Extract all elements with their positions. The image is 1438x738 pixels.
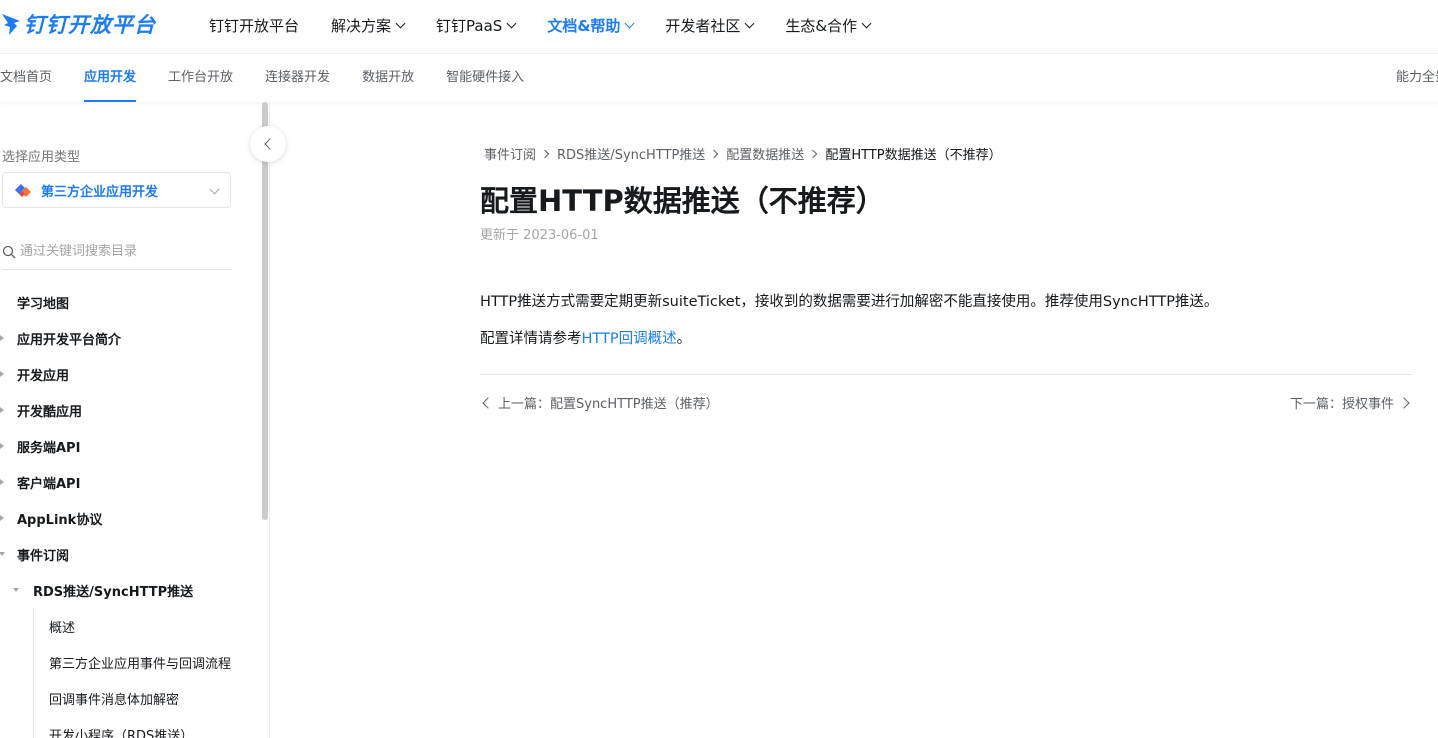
chevron-down-icon	[744, 18, 755, 28]
breadcrumb: 事件订阅 RDS推送/SyncHTTP推送 配置数据推送 配置HTTP数据推送（…	[484, 144, 1002, 163]
chevron-left-icon	[482, 396, 494, 409]
previous-article-label: 上一篇：配置SyncHTTP推送（推荐）	[498, 397, 719, 412]
next-article-label: 下一篇：授权事件	[1289, 397, 1394, 412]
tree-guide-line	[33, 680, 34, 716]
tree-item[interactable]: 学习地图	[0, 284, 262, 320]
nav-open-platform[interactable]: 钉钉开放平台	[209, 15, 299, 36]
tree-item[interactable]: 服务端API	[0, 428, 262, 464]
tree-item[interactable]: 回调事件消息体加解密	[0, 680, 262, 716]
tree-item[interactable]: 概述	[0, 608, 262, 644]
sidebar-scrollbar[interactable]	[262, 102, 268, 520]
catalog-tree: 学习地图应用开发平台简介 开发应用开发酷应用服务端API 客户端API AppLink…	[0, 284, 262, 738]
tree-item-label: 客户端API	[17, 476, 81, 492]
page-title: 配置HTTP数据推送（不推荐）	[480, 184, 885, 218]
tree-item-label: AppLink协议	[17, 512, 103, 528]
chevron-left-icon	[263, 138, 276, 150]
caret-right-icon[interactable]	[0, 335, 4, 341]
article-paragraph: 配置详情请参考HTTP回调概述。	[480, 327, 691, 348]
search-icon	[2, 245, 16, 258]
breadcrumb-item[interactable]: 事件订阅	[484, 144, 536, 163]
nav-docs-help[interactable]: 文档&帮助	[547, 15, 635, 36]
tab-connector[interactable]: 连接器开发	[265, 54, 330, 102]
brand-logo[interactable]: 钉钉开放平台	[0, 8, 156, 40]
article-paragraph: HTTP推送方式需要定期更新suiteTicket，接收到的数据需要进行加解密不…	[480, 294, 1219, 310]
chevron-down-icon	[506, 18, 517, 28]
chevron-right-icon	[809, 149, 818, 158]
divider	[480, 374, 1412, 375]
nav-ecosystem[interactable]: 生态&合作	[785, 15, 872, 36]
paragraph-text: 。	[676, 331, 692, 347]
sub-navigation-bar: 文档首页 应用开发 工作台开放 连接器开发 数据开放 智能硬件接入 能力全景	[0, 54, 1438, 102]
breadcrumb-item[interactable]: 配置数据推送	[726, 144, 804, 163]
tree-item[interactable]: 事件订阅	[0, 536, 262, 572]
tree-item[interactable]: AppLink协议	[0, 500, 262, 536]
brand-name: 钉钉开放平台	[24, 13, 156, 37]
doc-tabs: 文档首页 应用开发 工作台开放 连接器开发 数据开放 智能硬件接入	[0, 54, 556, 102]
tab-app-development[interactable]: 应用开发	[84, 54, 137, 102]
app-type-value: 第三方企业应用开发	[41, 184, 159, 200]
tree-item-label: 应用开发平台简介	[17, 332, 122, 348]
search-input[interactable]	[20, 244, 220, 259]
chevron-right-icon	[540, 149, 550, 158]
caret-right-icon[interactable]	[0, 443, 4, 449]
tab-docs-home[interactable]: 文档首页	[0, 54, 52, 102]
tab-workbench[interactable]: 工作台开放	[168, 54, 233, 102]
caret-down-icon[interactable]	[0, 552, 5, 556]
chevron-right-icon	[1398, 396, 1410, 409]
tree-item-label: 回调事件消息体加解密	[49, 692, 180, 708]
paragraph-text: 配置详情请参考	[480, 331, 582, 347]
chevron-right-icon	[710, 149, 719, 158]
nav-paas[interactable]: 钉钉PaaS	[436, 15, 517, 36]
dingtalk-logo-icon	[2, 14, 20, 35]
updated-date: 更新于 2023-06-01	[480, 228, 599, 243]
tree-item-label: 学习地图	[17, 296, 70, 312]
tree-item[interactable]: 客户端API	[0, 464, 262, 500]
tree-item-label: 开发小程序（RDS推送）	[49, 728, 194, 738]
tab-capability-overview[interactable]: 能力全景	[1396, 54, 1438, 102]
tree-item[interactable]: 应用开发平台简介	[0, 320, 262, 356]
tree-item[interactable]: 开发小程序（RDS推送）	[0, 716, 262, 738]
catalog-search	[2, 234, 232, 270]
tree-item[interactable]: RDS推送/SyncHTTP推送	[0, 572, 262, 608]
chevron-down-icon	[395, 18, 406, 28]
tree-item-label: 开发应用	[17, 368, 70, 384]
tree-item[interactable]: 第三方企业应用事件与回调流程	[0, 644, 262, 680]
previous-article-link[interactable]: 上一篇：配置SyncHTTP推送（推荐）	[480, 393, 719, 412]
app-type-icon	[15, 184, 31, 197]
tree-guide-line	[33, 644, 34, 680]
top-navigation-bar: 钉钉开放平台 钉钉开放平台 解决方案 钉钉PaaS 文档&帮助 开发者社区 生态…	[0, 0, 1438, 54]
app-type-select[interactable]: 第三方企业应用开发	[2, 172, 231, 208]
tab-data-open[interactable]: 数据开放	[362, 54, 414, 102]
collapse-sidebar-button[interactable]	[250, 126, 286, 162]
chevron-down-icon	[209, 184, 220, 195]
http-callback-overview-link[interactable]: HTTP回调概述	[582, 331, 677, 347]
nav-dev-community[interactable]: 开发者社区	[665, 15, 755, 36]
tree-item-label: 服务端API	[17, 440, 81, 456]
caret-right-icon[interactable]	[0, 407, 4, 413]
caret-right-icon[interactable]	[0, 371, 4, 377]
nav-solutions[interactable]: 解决方案	[331, 15, 406, 36]
breadcrumb-current: 配置HTTP数据推送（不推荐）	[825, 148, 1002, 163]
chevron-down-icon	[624, 18, 635, 28]
next-article-link[interactable]: 下一篇：授权事件	[1290, 393, 1412, 412]
tree-item-label: 概述	[49, 620, 76, 636]
tree-item-label: 第三方企业应用事件与回调流程	[49, 656, 232, 672]
tree-item-label: 事件订阅	[17, 548, 70, 564]
tree-item-label: 开发酷应用	[17, 404, 83, 420]
tree-item-label: RDS推送/SyncHTTP推送	[33, 584, 194, 600]
breadcrumb-item[interactable]: RDS推送/SyncHTTP推送	[557, 144, 705, 163]
tab-smart-hardware[interactable]: 智能硬件接入	[446, 54, 524, 102]
tree-guide-line	[33, 716, 34, 738]
app-type-label: 选择应用类型	[2, 150, 81, 165]
chevron-down-icon	[861, 18, 872, 28]
tree-guide-line	[33, 608, 34, 644]
caret-right-icon[interactable]	[0, 479, 4, 485]
caret-right-icon[interactable]	[0, 515, 4, 521]
tree-item[interactable]: 开发酷应用	[0, 392, 262, 428]
tree-item[interactable]: 开发应用	[0, 356, 262, 392]
main-nav: 钉钉开放平台 解决方案 钉钉PaaS 文档&帮助 开发者社区 生态&合作	[209, 0, 902, 50]
caret-down-icon[interactable]	[13, 588, 19, 592]
doc-sidebar: 选择应用类型 第三方企业应用开发 学习地图应用开发平台简介开发应用开发酷应用服务…	[0, 102, 270, 738]
